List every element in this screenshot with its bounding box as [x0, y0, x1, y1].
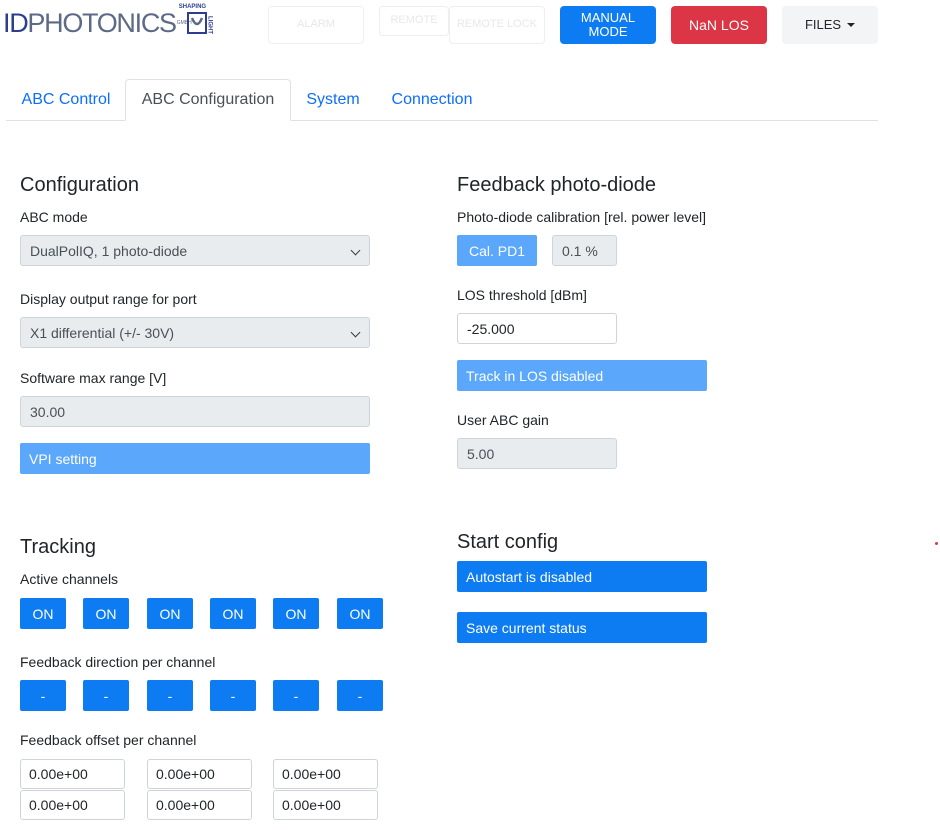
logo-light-text: LIGHT — [206, 16, 213, 34]
files-dropdown-button[interactable]: FILES — [782, 6, 878, 44]
abc-mode-label: ABC mode — [20, 209, 88, 225]
start-config-title: Start config — [457, 531, 559, 553]
autostart-button[interactable]: Autostart is disabled — [457, 561, 707, 592]
calibration-value-field: 0.1 % — [552, 235, 617, 266]
offset-5-input[interactable]: 0.00e+00 — [147, 790, 252, 820]
vpi-setting-button[interactable]: VPI setting — [20, 443, 370, 474]
nan-los-button[interactable]: NaN LOS — [671, 6, 767, 44]
offset-label: Feedback offset per channel — [20, 732, 197, 748]
logo-mark-icon: SHAPING GMBH LIGHT — [177, 4, 213, 40]
feedback-title: Feedback photo-diode — [457, 174, 657, 196]
offset-1-input[interactable]: 0.00e+00 — [20, 759, 125, 789]
direction-3-button[interactable]: - — [147, 680, 193, 711]
configuration-title: Configuration — [20, 174, 139, 196]
tab-connection[interactable]: Connection — [375, 79, 489, 121]
channel-6-toggle[interactable]: ON — [337, 598, 383, 629]
remote-button[interactable]: REMOTE — [379, 6, 449, 36]
channel-1-toggle[interactable]: ON — [20, 598, 66, 629]
company-logo: IDPHOTONICS SHAPING GMBH LIGHT — [3, 4, 213, 40]
offset-6-input[interactable]: 0.00e+00 — [273, 790, 378, 820]
channel-5-toggle[interactable]: ON — [273, 598, 319, 629]
logo-lens-icon — [186, 12, 207, 34]
status-dot — [935, 542, 938, 545]
direction-4-button[interactable]: - — [210, 680, 256, 711]
channel-2-toggle[interactable]: ON — [83, 598, 129, 629]
display-range-select[interactable]: X1 differential (+/- 30V) — [20, 317, 370, 348]
offset-4-input[interactable]: 0.00e+00 — [20, 790, 125, 820]
direction-1-button[interactable]: - — [20, 680, 66, 711]
sw-max-range-label: Software max range [V] — [20, 370, 167, 386]
logo-photonics-text: PHOTONICS — [27, 8, 177, 38]
tab-abc-configuration[interactable]: ABC Configuration — [125, 79, 291, 121]
active-channels-label: Active channels — [20, 571, 119, 587]
display-range-value: X1 differential (+/- 30V) — [30, 324, 175, 341]
los-threshold-label: LOS threshold [dBm] — [457, 287, 587, 303]
caret-down-icon — [847, 23, 856, 27]
tracking-title: Tracking — [20, 536, 96, 558]
channel-3-toggle[interactable]: ON — [147, 598, 193, 629]
alarm-button[interactable]: ALARM — [268, 6, 364, 44]
user-gain-field: 5.00 — [457, 438, 617, 469]
channel-4-toggle[interactable]: ON — [210, 598, 256, 629]
sw-max-range-field: 30.00 — [20, 396, 370, 427]
offset-2-input[interactable]: 0.00e+00 — [147, 759, 252, 789]
track-los-button[interactable]: Track in LOS disabled — [457, 360, 707, 391]
cal-pd1-button[interactable]: Cal. PD1 — [457, 235, 537, 266]
direction-label: Feedback direction per channel — [20, 654, 216, 670]
tab-system[interactable]: System — [291, 79, 375, 121]
tab-abc-control[interactable]: ABC Control — [6, 79, 126, 121]
calibration-label: Photo-diode calibration [rel. power leve… — [457, 209, 707, 225]
direction-6-button[interactable]: - — [337, 680, 383, 711]
manual-mode-button[interactable]: MANUAL MODE — [560, 6, 656, 44]
abc-mode-value: DualPolIQ, 1 photo-diode — [30, 242, 188, 259]
los-threshold-input[interactable]: -25.000 — [457, 313, 617, 344]
chevron-down-icon — [350, 245, 361, 256]
files-label: FILES — [804, 17, 842, 33]
user-gain-label: User ABC gain — [457, 412, 549, 428]
remote-lock-button[interactable]: REMOTE LOCK — [449, 6, 545, 44]
save-status-button[interactable]: Save current status — [457, 612, 707, 643]
chevron-down-icon — [350, 327, 361, 338]
display-range-label: Display output range for port — [20, 291, 197, 307]
logo-shaping-text: SHAPING — [178, 4, 207, 10]
abc-mode-select[interactable]: DualPolIQ, 1 photo-diode — [20, 235, 370, 266]
direction-5-button[interactable]: - — [273, 680, 319, 711]
logo-id-text: ID — [3, 8, 29, 38]
direction-2-button[interactable]: - — [83, 680, 129, 711]
tab-bar: ABC Control ABC Configuration System Con… — [6, 79, 878, 121]
offset-3-input[interactable]: 0.00e+00 — [273, 759, 378, 789]
